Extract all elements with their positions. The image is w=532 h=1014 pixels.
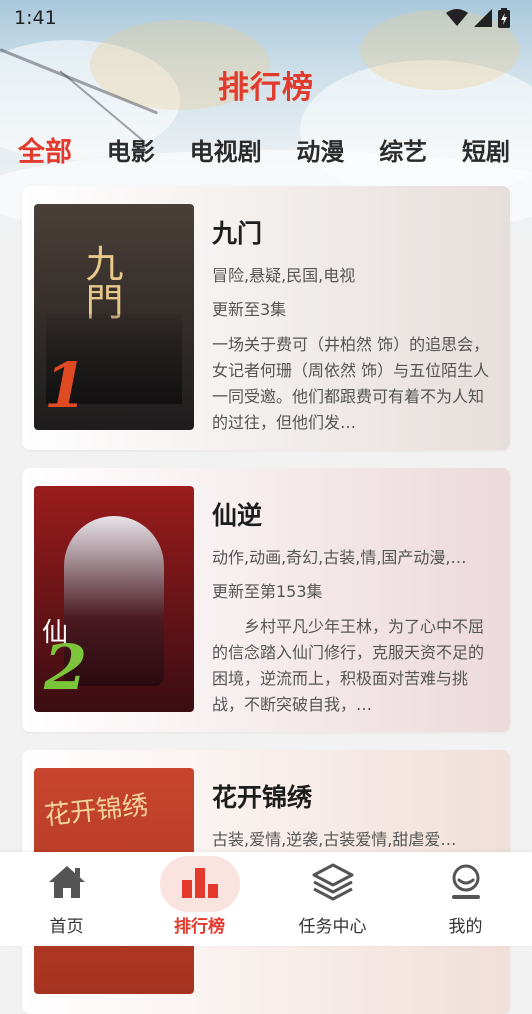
show-description: 一场关于费可（井柏然 饰）的追思会，女记者何珊（周依然 饰）与五位陌生人一同受邀… (212, 335, 490, 432)
poster-title: 花开锦绣 (42, 790, 150, 832)
show-description: 乡村平凡少年王林，为了心中不屈的信念踏入仙门修行，克服天资不足的困境，逆流而上，… (212, 617, 485, 714)
poster-title: 九門 (79, 244, 123, 320)
page-title: 排行榜 (218, 70, 314, 106)
ranking-icon (178, 862, 222, 902)
nav-home[interactable]: 首页 (0, 852, 133, 946)
show-tags: 动作,动画,奇幻,古装,情,国产动漫,… (212, 548, 467, 567)
battery-icon (498, 8, 510, 28)
card-info: 九门 冒险,悬疑,民国,电视 更新至3集 一场关于费可（井柏然 饰）的追思会，女… (212, 204, 498, 432)
nav-home-label: 首页 (49, 917, 84, 937)
update-status: 更新至第153集 (212, 582, 323, 601)
nav-task-center-label: 任务中心 (298, 917, 367, 937)
show-title: 九门 (212, 219, 263, 248)
ranking-card[interactable]: 仙 2 仙逆 动作,动画,奇幻,古装,情,国产动漫,… 更新至第153集 乡村平… (22, 468, 510, 732)
rank-number: 1 (44, 349, 88, 422)
tab-short-drama[interactable]: 短剧 (462, 132, 510, 167)
rank-number: 2 (44, 631, 88, 704)
home-icon (45, 862, 89, 902)
status-bar: 1:41 (0, 0, 532, 36)
status-time: 1:41 (14, 7, 57, 29)
card-info: 仙逆 动作,动画,奇幻,古装,情,国产动漫,… 更新至第153集 乡村平凡少年王… (212, 486, 498, 714)
tab-movies[interactable]: 电影 (107, 132, 155, 167)
show-tags: 冒险,悬疑,民国,电视 (212, 266, 356, 285)
show-tags: 古装,爱情,逆袭,古装爱情,甜虐爱… (212, 830, 457, 849)
signal-icon (474, 9, 492, 27)
update-status: 更新至3集 (212, 300, 287, 319)
nav-ranking[interactable]: 排行榜 (133, 852, 266, 946)
tab-anime[interactable]: 动漫 (296, 132, 344, 167)
tab-tv-series[interactable]: 电视剧 (190, 132, 262, 167)
show-title: 花开锦绣 (212, 783, 313, 812)
nav-profile-label: 我的 (448, 917, 483, 937)
bottom-navigation: 首页 排行榜 任务中心 我的 (0, 852, 532, 946)
poster-image: 仙 2 (34, 486, 194, 712)
tab-all[interactable]: 全部 (18, 130, 72, 169)
tab-variety[interactable]: 综艺 (379, 132, 427, 167)
wifi-icon (446, 9, 468, 26)
show-title: 仙逆 (212, 501, 263, 530)
nav-profile[interactable]: 我的 (399, 852, 532, 946)
ranking-card[interactable]: 九門 1 九门 冒险,悬疑,民国,电视 更新至3集 一场关于费可（井柏然 饰）的… (22, 186, 510, 450)
profile-icon (444, 862, 488, 902)
nav-ranking-label: 排行榜 (174, 917, 225, 937)
nav-task-center[interactable]: 任务中心 (266, 852, 399, 946)
poster-image: 九門 1 (34, 204, 194, 430)
category-tabs: 全部 电影 电视剧 动漫 综艺 短剧 (0, 130, 532, 169)
layers-icon (311, 862, 355, 902)
